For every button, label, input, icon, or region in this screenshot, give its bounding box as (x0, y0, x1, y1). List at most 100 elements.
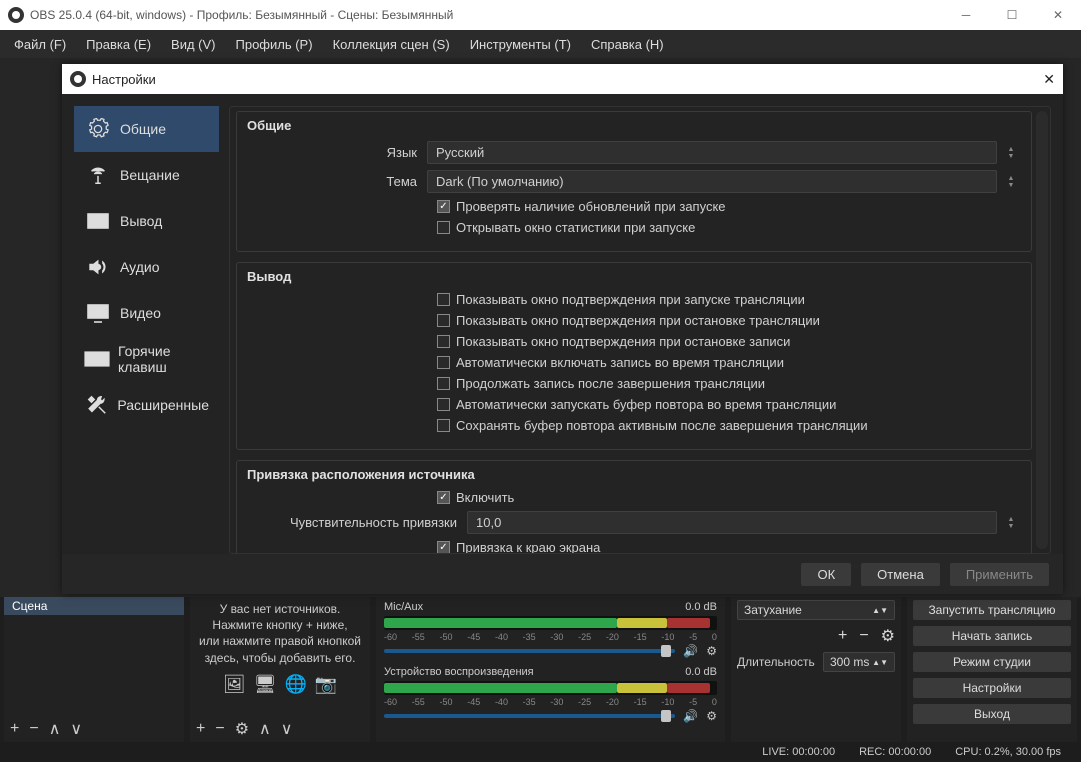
menu-edit[interactable]: Правка (E) (76, 33, 161, 56)
status-bar: LIVE: 00:00:00 REC: 00:00:00 CPU: 0.2%, … (0, 742, 1081, 762)
snap-sens-label: Чувствительность привязки (247, 515, 467, 530)
settings-nav: Общие Вещание Вывод Аудио Видео Горячие … (74, 106, 219, 554)
check-label: Продолжать запись после завершения транс… (456, 376, 765, 391)
studio-mode-button[interactable]: Режим студии (913, 652, 1071, 672)
keep-replay-buffer-checkbox[interactable] (437, 419, 450, 432)
remove-scene-button[interactable]: − (29, 720, 38, 738)
duration-label: Длительность (737, 655, 817, 669)
remove-transition-button[interactable]: − (859, 627, 868, 645)
image-icon: 🖼 (223, 674, 246, 695)
nav-stream[interactable]: Вещание (74, 152, 219, 198)
nav-label: Расширенные (117, 397, 209, 413)
group-output: Вывод Показывать окно подтверждения при … (236, 262, 1032, 450)
snap-sens-field[interactable]: 10,0 (467, 511, 997, 534)
controls-panel: Запустить трансляцию Начать запись Режим… (907, 597, 1077, 742)
source-up-button[interactable]: ∧ (259, 719, 271, 739)
minimize-button[interactable]: ─ (943, 0, 989, 30)
confirm-stop-stream-checkbox[interactable] (437, 314, 450, 327)
dialog-close-button[interactable]: ✕ (1043, 71, 1055, 88)
transition-settings-button[interactable]: ⚙ (881, 626, 895, 646)
scene-item[interactable]: Сцена (4, 597, 184, 615)
menu-tools[interactable]: Инструменты (T) (460, 33, 581, 56)
scrollbar[interactable] (1036, 111, 1048, 549)
ok-button[interactable]: ОК (801, 563, 851, 586)
sources-panel: У вас нет источников. Нажмите кнопку + н… (190, 597, 370, 742)
add-source-button[interactable]: + (196, 720, 205, 738)
volume-slider[interactable] (384, 649, 675, 653)
gear-icon (84, 115, 112, 143)
group-title: Общие (247, 118, 1021, 133)
start-record-button[interactable]: Начать запись (913, 626, 1071, 646)
auto-record-checkbox[interactable] (437, 356, 450, 369)
start-stream-button[interactable]: Запустить трансляцию (913, 600, 1071, 620)
group-title: Вывод (247, 269, 1021, 284)
menu-scene-collection[interactable]: Коллекция сцен (S) (323, 33, 460, 56)
status-rec: REC: 00:00:00 (859, 746, 931, 758)
menubar: Файл (F) Правка (E) Вид (V) Профиль (P) … (0, 30, 1081, 58)
meter-ticks: -60-55-50-45-40-35-30-25-20-15-10-50 (384, 697, 717, 707)
nav-label: Аудио (120, 259, 160, 275)
track-settings-button[interactable]: ⚙ (706, 709, 717, 723)
source-down-button[interactable]: ∨ (281, 719, 293, 739)
menu-view[interactable]: Вид (V) (161, 33, 225, 56)
obs-logo-icon (70, 71, 86, 87)
nav-video[interactable]: Видео (74, 290, 219, 336)
dialog-footer: ОК Отмена Применить (62, 554, 1063, 594)
scene-down-button[interactable]: ∨ (70, 719, 82, 739)
nav-audio[interactable]: Аудио (74, 244, 219, 290)
nav-general[interactable]: Общие (74, 106, 219, 152)
speaker-icon[interactable]: 🔊 (683, 644, 698, 658)
transition-select[interactable]: Затухание▲▼ (737, 600, 895, 620)
remove-source-button[interactable]: − (215, 720, 224, 738)
dialog-title-text: Настройки (92, 72, 156, 87)
snap-edge-checkbox[interactable] (437, 541, 450, 554)
mixer-track: Устройство воспроизведения0.0 dB -60-55-… (376, 662, 725, 727)
open-stats-checkbox[interactable] (437, 221, 450, 234)
confirm-stop-record-checkbox[interactable] (437, 335, 450, 348)
lang-select[interactable]: Русский (427, 141, 997, 164)
menu-file[interactable]: Файл (F) (4, 33, 76, 56)
spinner-icon[interactable]: ▲▼ (1001, 516, 1021, 530)
select-spinner-icon[interactable]: ▲▼ (1001, 175, 1021, 189)
nav-label: Горячие клавиш (118, 343, 209, 375)
check-label: Показывать окно подтверждения при запуск… (456, 292, 805, 307)
theme-select[interactable]: Dark (По умолчанию) (427, 170, 997, 193)
nav-label: Видео (120, 305, 161, 321)
add-transition-button[interactable]: + (838, 627, 847, 645)
track-settings-button[interactable]: ⚙ (706, 644, 717, 658)
check-label: Автоматически запускать буфер повтора во… (456, 397, 836, 412)
maximize-button[interactable]: ☐ (989, 0, 1035, 30)
meter-ticks: -60-55-50-45-40-35-30-25-20-15-10-50 (384, 632, 717, 642)
nav-output[interactable]: Вывод (74, 198, 219, 244)
source-type-icons: 🖼 🖥 🌐 📷 (190, 674, 370, 695)
keep-recording-checkbox[interactable] (437, 377, 450, 390)
scenes-panel: Сцена + − ∧ ∨ (4, 597, 184, 742)
menu-profile[interactable]: Профиль (P) (226, 33, 323, 56)
nav-advanced[interactable]: Расширенные (74, 382, 219, 428)
nav-label: Вещание (120, 167, 180, 183)
settings-button[interactable]: Настройки (913, 678, 1071, 698)
group-title: Привязка расположения источника (247, 467, 1021, 482)
menu-help[interactable]: Справка (H) (581, 33, 674, 56)
check-updates-checkbox[interactable] (437, 200, 450, 213)
source-settings-button[interactable]: ⚙ (235, 719, 249, 739)
auto-replay-buffer-checkbox[interactable] (437, 398, 450, 411)
group-general: Общие Язык Русский ▲▼ Тема Dark (По умол… (236, 111, 1032, 252)
enable-snap-checkbox[interactable] (437, 491, 450, 504)
cancel-button[interactable]: Отмена (861, 563, 940, 586)
duration-field[interactable]: 300 ms▲▼ (823, 652, 895, 672)
speaker-icon[interactable]: 🔊 (683, 709, 698, 723)
apply-button[interactable]: Применить (950, 563, 1049, 586)
add-scene-button[interactable]: + (10, 720, 19, 738)
nav-hotkeys[interactable]: Горячие клавиш (74, 336, 219, 382)
dialog-titlebar: Настройки ✕ (62, 64, 1063, 94)
exit-button[interactable]: Выход (913, 704, 1071, 724)
select-spinner-icon[interactable]: ▲▼ (1001, 146, 1021, 160)
volume-slider[interactable] (384, 714, 675, 718)
scene-up-button[interactable]: ∧ (49, 719, 61, 739)
close-button[interactable]: ✕ (1035, 0, 1081, 30)
confirm-start-stream-checkbox[interactable] (437, 293, 450, 306)
output-icon (84, 207, 112, 235)
transitions-panel: Затухание▲▼ + − ⚙ Длительность 300 ms▲▼ (731, 597, 901, 742)
status-cpu: CPU: 0.2%, 30.00 fps (955, 746, 1061, 758)
